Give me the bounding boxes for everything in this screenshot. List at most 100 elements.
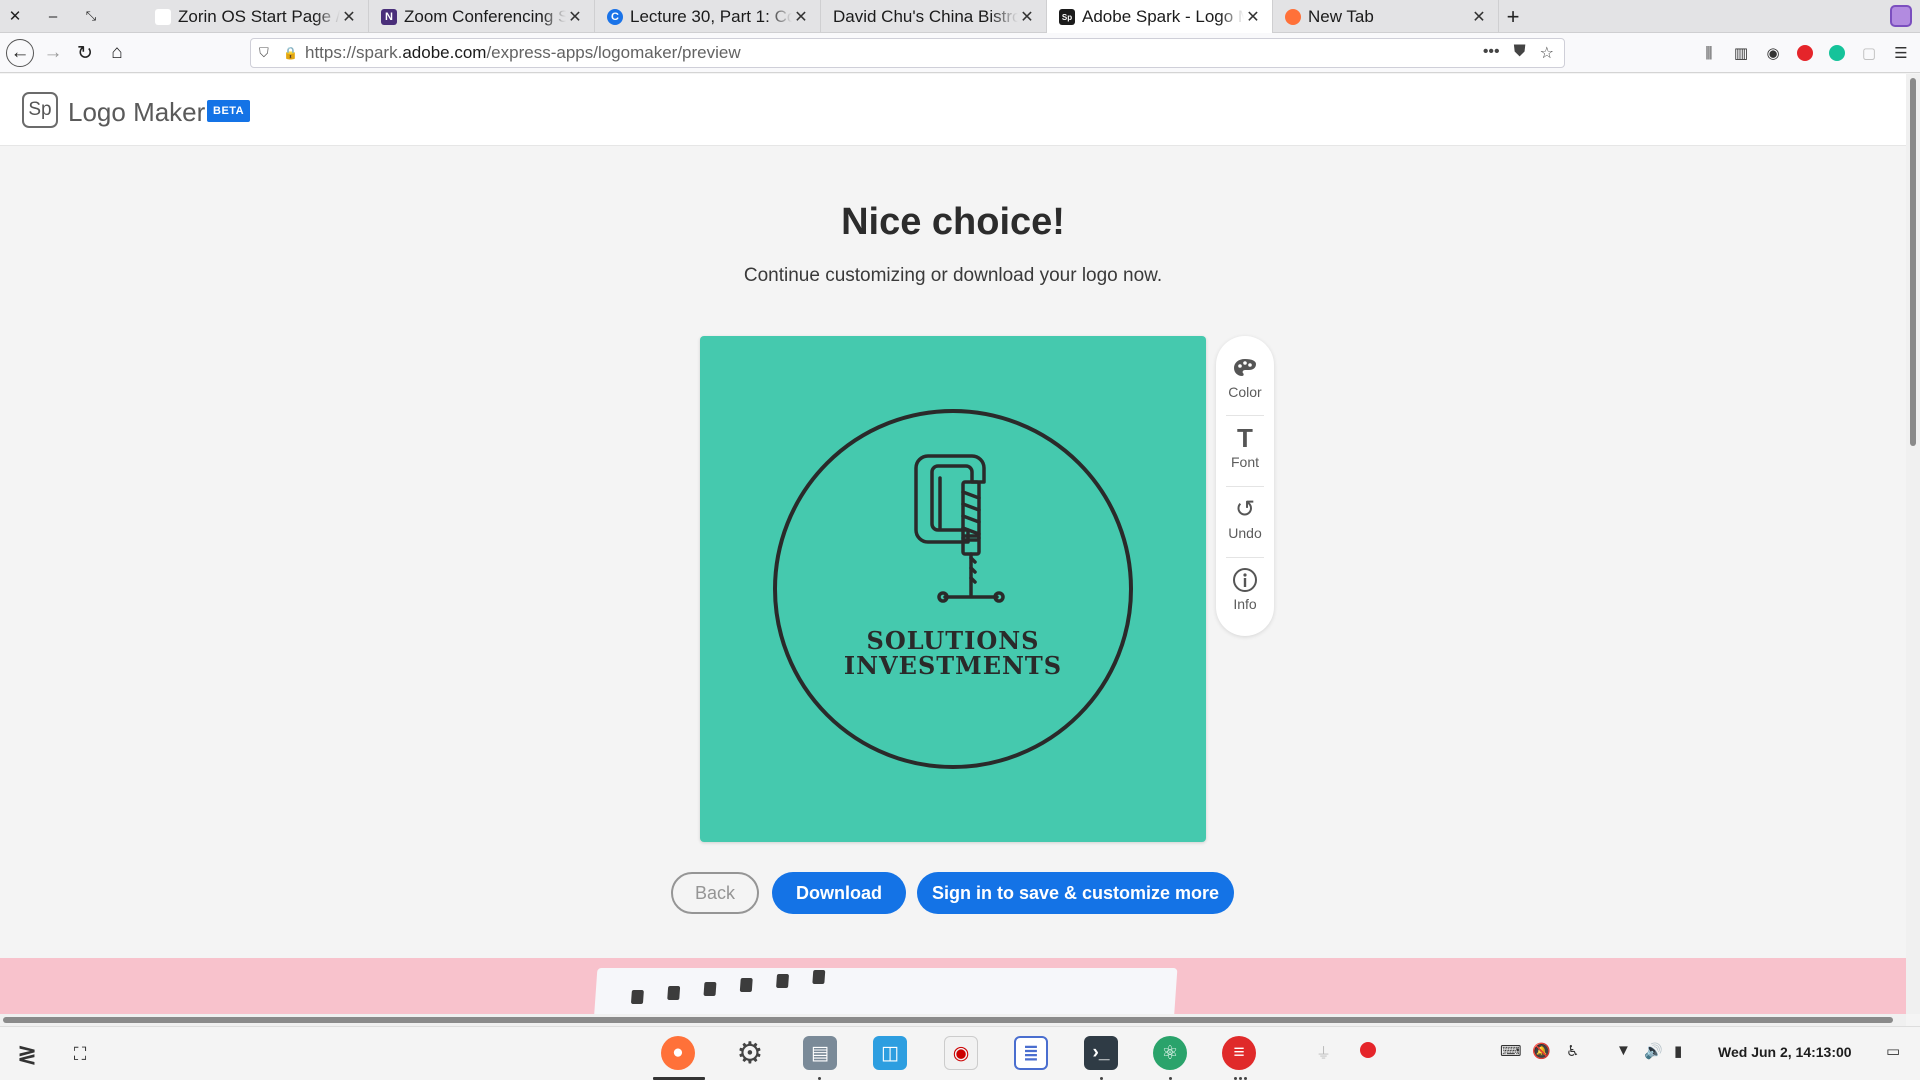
toolbar-icons: ⫼ ▥ ◉ ▢ ☰ [1698,39,1920,67]
battery-icon[interactable]: ▮ [1674,1042,1682,1060]
tab-close-icon[interactable]: ✕ [1470,7,1488,27]
tool-undo[interactable]: ↺ Undo [1216,483,1274,553]
tab-china-bistro[interactable]: David Chu's China Bistro ✕ [821,0,1047,33]
page-headline: Nice choice! [841,201,1065,243]
new-tab-plus-icon[interactable]: + [1498,0,1528,33]
document-viewer-icon[interactable]: ≣ [1014,1036,1048,1070]
pocket-icon[interactable]: ⛊ [1514,43,1526,63]
tab-title: Lecture 30, Part 1: Co [630,6,792,26]
logo-graphic [773,409,1133,769]
tab-title: Adobe Spark - Logo M [1082,7,1244,26]
tab-close-icon[interactable]: ✕ [340,7,358,27]
page-viewport: Sp Logo Maker BETA Nice choice! Continue… [0,74,1906,1014]
url-prefix: https://spark. [305,43,403,62]
tool-font[interactable]: T Font [1216,412,1274,482]
window-close-icon[interactable]: ✕ [0,0,30,33]
library-icon[interactable]: ⫼ [1698,39,1720,67]
download-button[interactable]: Download [772,872,906,914]
sign-in-button[interactable]: Sign in to save & customize more [917,872,1234,914]
back-button[interactable]: Back [671,872,759,914]
tab-list: Zorin OS Start Page / Se ✕ N Zoom Confer… [143,0,1499,34]
tool-info[interactable]: Info [1216,554,1274,624]
tool-label: Font [1230,454,1259,470]
page-actions-icon[interactable]: ••• [1483,43,1500,63]
extension-icon[interactable] [1890,5,1912,27]
forward-arrow-icon[interactable]: → [39,39,67,67]
logo-line-2: INVESTMENTS [843,651,1063,680]
tab-title: New Tab [1308,6,1374,26]
tab-zoom[interactable]: N Zoom Conferencing S ✕ [369,0,595,33]
tab-close-icon[interactable]: ✕ [566,7,584,27]
lock-icon[interactable]: 🔒 [283,46,298,60]
tracking-shield-icon[interactable]: ⛉ [259,45,275,61]
app-name: Logo Maker [68,97,206,127]
clock[interactable]: Wed Jun 2, 14:13:00 [1718,1044,1852,1060]
show-desktop-icon[interactable]: ▭ [1886,1042,1900,1060]
url-path: /express-apps/logomaker/preview [486,43,741,62]
home-icon[interactable]: ⌂ [103,39,131,67]
spark-logo-icon[interactable]: Sp [22,92,58,128]
tab-close-icon[interactable]: ✕ [792,7,810,27]
url-text[interactable]: https://spark.adobe.com/express-apps/log… [305,43,1483,63]
coursera-favicon-icon: C [607,8,623,25]
tool-label: Undo [1228,525,1262,541]
tool-label: Color [1228,384,1262,400]
window-minimize-icon[interactable]: – [38,0,68,33]
software-store-icon[interactable]: ◫ [873,1036,907,1070]
lastpass-icon[interactable] [1794,39,1816,67]
accessibility-icon[interactable]: ♿ [1566,1042,1579,1060]
notebook-image [592,968,1178,1014]
extension-placeholder-icon[interactable]: ▢ [1858,39,1880,67]
tray-usb-icon[interactable]: ⏚ [1316,1042,1331,1063]
tab-new-tab[interactable]: New Tab ✕ [1273,0,1499,33]
window-restore-icon[interactable]: ⤡ [76,0,106,33]
tab-lecture[interactable]: C Lecture 30, Part 1: Co ✕ [595,0,821,33]
workspaces-icon[interactable]: ⛶ [63,1037,97,1071]
horizontal-scrollbar[interactable] [0,1014,1906,1026]
files-icon[interactable]: ▤ [803,1036,837,1070]
palette-icon [1216,352,1274,384]
spark-favicon-icon: Sp [1059,9,1075,25]
tool-label: Info [1233,596,1257,612]
atom-editor-icon[interactable]: ⚛ [1153,1036,1187,1070]
logo-preview-card: SOLUTIONS INVESTMENTS [700,336,1206,842]
browser-tab-strip: ✕ – ⤡ Zorin OS Start Page / Se ✕ N Zoom … [0,0,1920,34]
tab-close-icon[interactable]: ✕ [1018,7,1036,27]
tab-title: Zorin OS Start Page / Se [178,6,340,26]
tab-adobe-spark[interactable]: Sp Adobe Spark - Logo M ✕ [1047,0,1273,34]
app-red-icon[interactable]: ≡ [1222,1036,1256,1070]
notifications-muted-icon[interactable]: 🔕 [1532,1042,1551,1060]
screenshot-icon[interactable]: ◉ [944,1036,978,1070]
volume-icon[interactable]: 🔊 [1644,1042,1663,1060]
sidebar-icon[interactable]: ▥ [1730,39,1752,67]
tab-title: Zoom Conferencing S [404,6,566,26]
undo-icon: ↺ [1234,495,1256,523]
onenote-favicon-icon: N [381,8,397,25]
tab-close-icon[interactable]: ✕ [1244,7,1262,27]
beta-badge: BETA [207,100,251,122]
page-subline: Continue customizing or download your lo… [743,265,1163,286]
c-clamp-icon [914,454,1005,603]
zorin-menu-icon[interactable]: ≷ [10,1037,44,1071]
tool-color[interactable]: Color [1216,342,1274,412]
url-domain: adobe.com [402,43,487,62]
account-icon[interactable]: ◉ [1762,39,1784,67]
tab-title: David Chu's China Bistro [833,6,1018,26]
reload-icon[interactable]: ↻ [71,39,99,67]
taskbar: ≷ ⛶ ● ⚙ ▤ ◫ ◉ ≣ ›_ ⚛ ≡ ⏚ ⌨ 🔕 ♿ ▼ 🔊 ▮ Wed… [0,1026,1920,1080]
terminal-icon[interactable]: ›_ [1084,1036,1118,1070]
address-bar[interactable]: ⛉ 🔒 https://spark.adobe.com/express-apps… [250,38,1565,68]
menu-hamburger-icon[interactable]: ☰ [1890,39,1912,67]
settings-gear-icon[interactable]: ⚙ [733,1036,767,1070]
tab-zorin[interactable]: Zorin OS Start Page / Se ✕ [143,0,369,33]
keyboard-icon[interactable]: ⌨ [1500,1042,1522,1060]
grammarly-icon[interactable] [1826,39,1848,67]
vertical-scrollbar[interactable] [1906,74,1920,1014]
back-arrow-icon[interactable]: ← [6,39,34,67]
bookmark-star-icon[interactable]: ☆ [1540,43,1554,63]
wifi-icon[interactable]: ▼ [1616,1042,1631,1059]
customize-toolbar: Color T Font ↺ Undo Info [1216,336,1274,636]
firefox-icon[interactable]: ● [661,1036,695,1070]
tray-lastpass-icon[interactable] [1360,1042,1376,1062]
decorative-banner [0,958,1906,1014]
